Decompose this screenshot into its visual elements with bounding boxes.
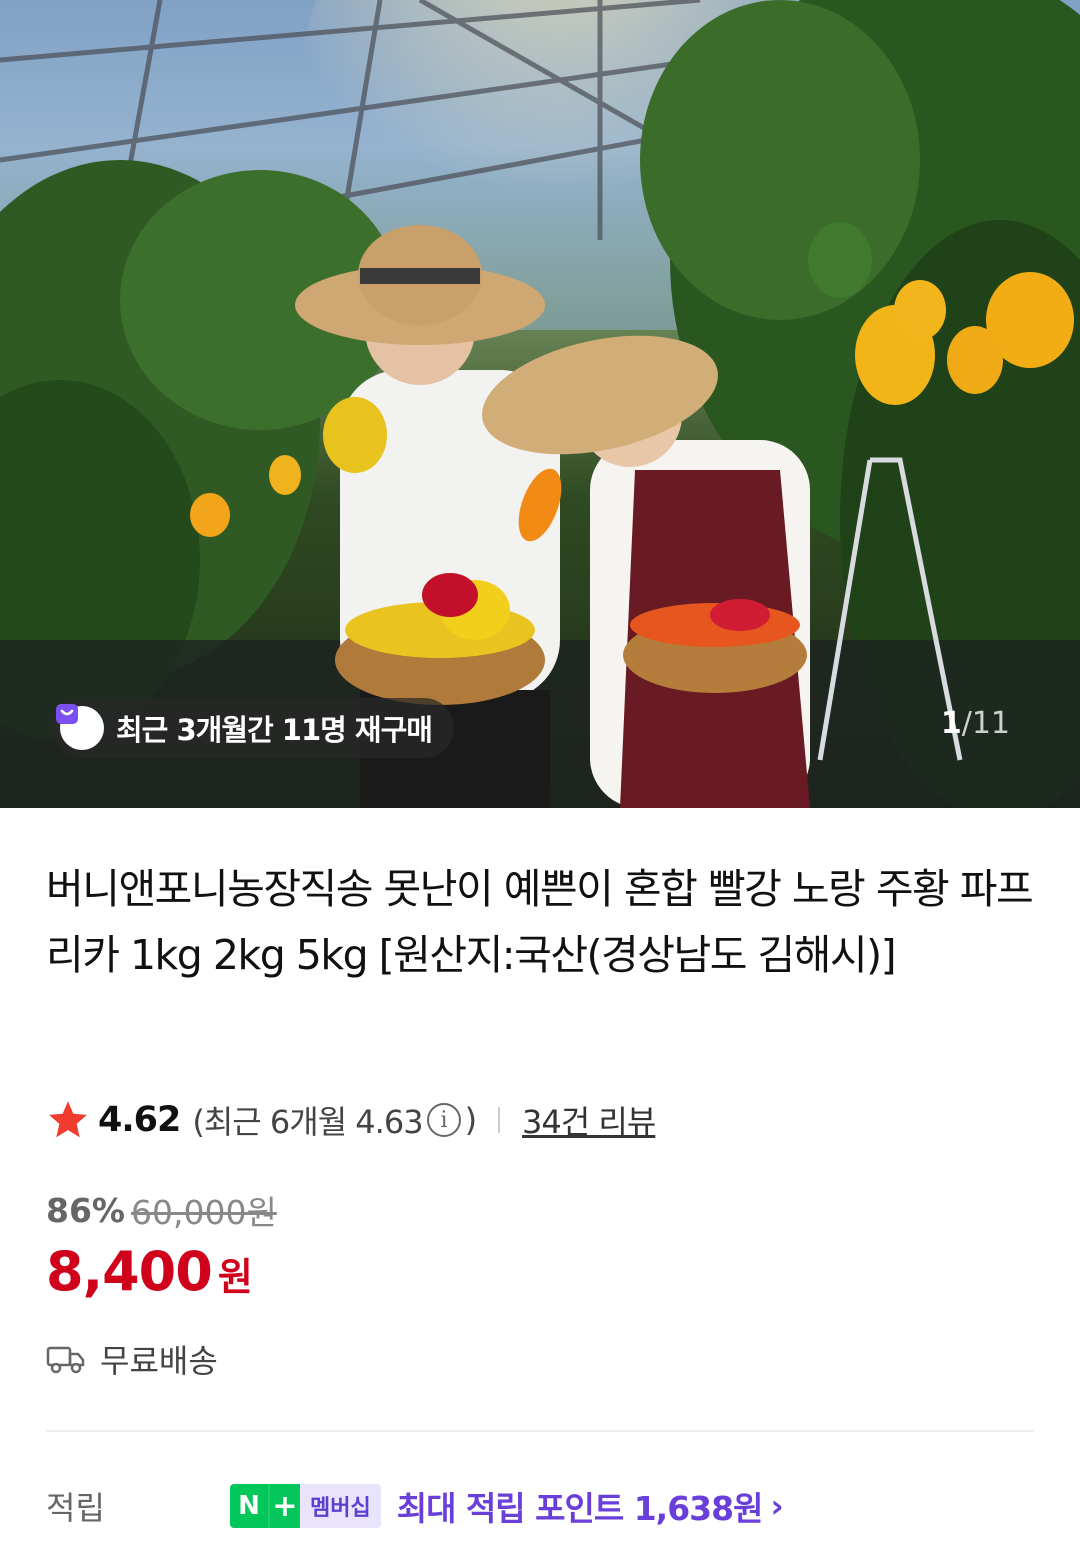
npay-plus-icon: + <box>268 1484 300 1528</box>
rating-score: 4.62 <box>98 1100 181 1140</box>
pager-separator: / <box>961 706 972 741</box>
star-icon <box>49 1101 87 1138</box>
sale-price-row: 8,400 원 <box>46 1240 253 1303</box>
npay-membership-badge: N + 멤버십 <box>230 1484 381 1528</box>
shipping-text: 무료배송 <box>100 1342 218 1380</box>
npay-n-logo: N <box>230 1484 268 1528</box>
truck-icon <box>46 1346 85 1374</box>
original-price-row: 86% 60,000원 <box>46 1186 277 1234</box>
shopping-bag-icon <box>56 704 104 750</box>
sale-price: 8,400 <box>46 1240 213 1303</box>
rebuy-badge-text: 최근 3개월간 11명 재구매 <box>116 713 433 747</box>
product-photo <box>0 0 1080 808</box>
pager-current: 1 <box>940 706 962 741</box>
rating-row: 4.62 (최근 6개월 4.63 i ) 34건 리뷰 <box>46 1096 656 1144</box>
chevron-right-icon[interactable]: › <box>770 1487 783 1525</box>
product-image-carousel[interactable]: 최근 3개월간 11명 재구매 1/11 <box>0 0 1080 808</box>
recent-rating-text: (최근 6개월 4.63 <box>192 1103 423 1141</box>
rebuy-badge: 최근 3개월간 11명 재구매 <box>52 698 454 758</box>
recent-rating-close: ) <box>464 1101 478 1139</box>
points-label: 적립 <box>46 1489 105 1527</box>
points-row[interactable]: 적립 N + 멤버십 최대 적립 포인트 1,638원 › <box>46 1478 1036 1534</box>
section-divider <box>46 1430 1034 1432</box>
original-price: 60,000원 <box>131 1193 277 1232</box>
reviews-link[interactable]: 34건 리뷰 <box>522 1097 656 1143</box>
info-icon[interactable]: i <box>426 1103 461 1137</box>
currency-unit: 원 <box>217 1255 253 1299</box>
pager-total: 11 <box>971 706 1010 741</box>
discount-rate: 86% <box>46 1190 125 1230</box>
max-points-text[interactable]: 최대 적립 포인트 1,638원 <box>397 1482 764 1530</box>
membership-label: 멤버십 <box>300 1484 381 1528</box>
product-title: 버니앤포니농장직송 못난이 예쁜이 혼합 빨강 노랑 주황 파프리카 1kg 2… <box>46 865 1034 979</box>
shipping-row: 무료배송 <box>46 1336 218 1382</box>
recent-rating: (최근 6개월 4.63 i ) <box>192 1097 478 1143</box>
rating-divider <box>498 1107 501 1133</box>
image-pager: 1/11 <box>941 706 1010 741</box>
